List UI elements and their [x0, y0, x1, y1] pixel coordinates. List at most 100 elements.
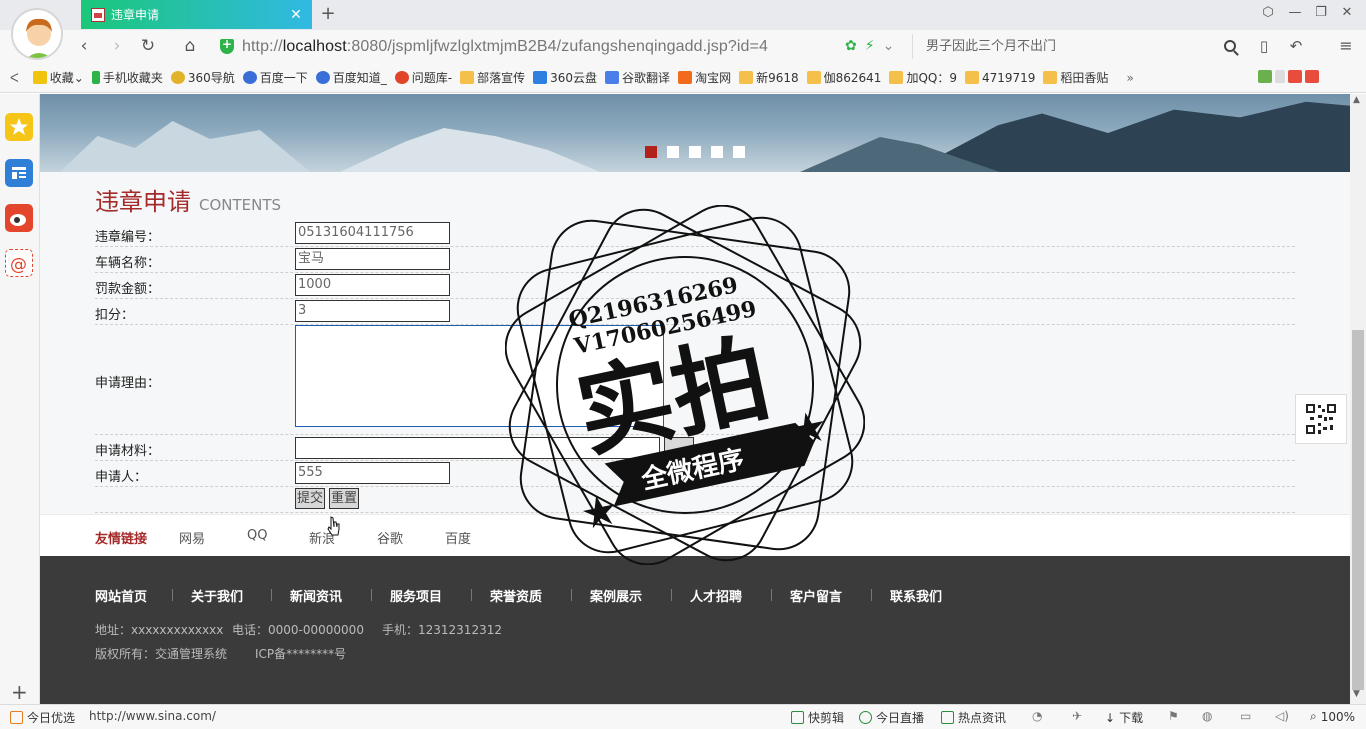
bookmark-google-translate[interactable]: 谷歌翻译 [605, 69, 670, 86]
speed-mode-icon[interactable]: ⚡ [865, 38, 875, 54]
footer-nav-jobs[interactable]: 人才招聘 [690, 586, 742, 605]
link-netease[interactable]: 网易 [179, 528, 205, 547]
tv-icon[interactable] [1288, 70, 1302, 83]
flag-icon[interactable]: ⚑ [1168, 709, 1179, 723]
undo-icon[interactable]: ↶ [1285, 35, 1307, 57]
reason-textarea[interactable] [295, 325, 664, 427]
window-icon[interactable]: ▭ [1240, 709, 1251, 723]
menu-icon[interactable]: ≡ [1335, 35, 1357, 57]
slide-dot[interactable] [645, 146, 657, 158]
footer-icp: ICP备********号 [255, 647, 347, 661]
downloads[interactable]: ↓ 下载 [1105, 709, 1143, 726]
reset-button[interactable]: 重置 [329, 488, 360, 509]
url-text: http://localhost:8080/jspmljfwzlglxtmjmB… [242, 37, 768, 55]
search-icon[interactable] [1224, 40, 1236, 52]
new-tab-button[interactable]: + [318, 3, 338, 24]
volume-icon[interactable]: ◁) [1275, 709, 1289, 723]
link-google[interactable]: 谷歌 [377, 528, 403, 547]
speed-icon[interactable]: ◔ [1032, 709, 1042, 723]
bookmark-favorites[interactable]: 收藏 ⌄ [32, 69, 84, 86]
bookmark-360-cloud[interactable]: 360云盘 [533, 69, 597, 86]
weibo-icon[interactable] [5, 204, 33, 232]
slide-dot[interactable] [689, 146, 701, 158]
bookmarks-bar: ᐸ 收藏 ⌄ 手机收藏夹 360导航 百度一下 百度知道_ 问题库- 部落宣传 3… [0, 63, 1366, 93]
applicant-field[interactable]: 555 [295, 462, 450, 484]
news-feed-icon[interactable] [5, 159, 33, 187]
status-url: http://www.sina.com/ [89, 709, 216, 723]
footer-nav-honors[interactable]: 荣誉资质 [490, 586, 542, 605]
address-bar[interactable]: http://localhost:8080/jspmljfwzlglxtmjmB… [220, 34, 910, 59]
close-window-button[interactable]: ✕ [1334, 5, 1360, 20]
slide-indicators [645, 146, 745, 158]
pin-icon[interactable]: ✈ [1072, 709, 1082, 723]
add-sidebar-button[interactable]: + [11, 680, 28, 704]
footer-nav-messages[interactable]: 客户留言 [790, 586, 842, 605]
slide-dot[interactable] [667, 146, 679, 158]
vehicle-name-field[interactable]: 宝马 [295, 248, 450, 270]
bookmark-question-bank[interactable]: 问题库- [394, 69, 452, 86]
bookmark-jia862641[interactable]: 伽862641 [806, 69, 881, 86]
extension-icons[interactable] [1258, 70, 1322, 83]
daily-picks[interactable]: 今日优选 [10, 709, 75, 726]
bookmark-add-qq[interactable]: 加QQ：9 [889, 69, 957, 86]
search-input[interactable]: 男子因此三个月不出门 [912, 34, 1242, 59]
bookmark-tribe[interactable]: 部落宣传 [460, 69, 525, 86]
bookmark-baidu-zhidao[interactable]: 百度知道_ [315, 69, 387, 86]
maximize-button[interactable]: ❐ [1308, 5, 1334, 20]
page-scrollbar[interactable]: ▲ ▼ [1350, 94, 1366, 704]
footer-nav-services[interactable]: 服务项目 [390, 586, 442, 605]
compat-mode-icon[interactable]: ✿ [845, 38, 857, 54]
bookmark-mobile[interactable]: 手机收藏夹 [91, 69, 163, 86]
mail-icon[interactable]: @ [5, 249, 33, 277]
back-button[interactable]: ‹ [73, 35, 95, 57]
globe-icon[interactable]: ◍ [1202, 709, 1212, 723]
fine-amount-field[interactable]: 1000 [295, 274, 450, 296]
material-file-input[interactable] [295, 437, 660, 459]
zoom-level[interactable]: ⌕ 100% [1310, 709, 1355, 724]
scrollbar-thumb[interactable] [1352, 330, 1364, 690]
bookmark-new9618[interactable]: 新9618 [739, 69, 799, 86]
mobile-icon[interactable]: ▯ [1253, 35, 1275, 57]
minimize-button[interactable]: — [1282, 5, 1308, 20]
bookmarks-toggle-icon[interactable]: ᐸ [10, 71, 19, 85]
grid-icon[interactable] [1305, 70, 1319, 83]
slide-dot[interactable] [733, 146, 745, 158]
quick-edit[interactable]: 快剪辑 [791, 709, 844, 726]
favorites-star-icon[interactable] [5, 113, 33, 141]
user-avatar[interactable] [11, 8, 63, 60]
violation-id-field[interactable]: 05131604111756 [295, 222, 450, 244]
footer-nav-news[interactable]: 新闻资讯 [290, 586, 342, 605]
footer-nav-cases[interactable]: 案例展示 [590, 586, 642, 605]
hot-news[interactable]: 热点资讯 [941, 709, 1006, 726]
footer-nav-home[interactable]: 网站首页 [95, 586, 147, 605]
bookmark-360-nav[interactable]: 360导航 [170, 69, 235, 86]
home-button[interactable]: ⌂ [179, 35, 201, 57]
qr-code[interactable] [1295, 394, 1347, 444]
dropdown-icon[interactable]: ⌄ [883, 38, 895, 54]
submit-button[interactable]: 提交 [295, 488, 326, 509]
security-shield-icon [220, 37, 234, 54]
skin-icon[interactable]: ⬡ [1255, 5, 1281, 20]
bookmark-baidu[interactable]: 百度一下 [242, 69, 308, 86]
footer-nav-contact[interactable]: 联系我们 [890, 586, 942, 605]
refresh-button[interactable]: ↻ [137, 35, 159, 57]
link-baidu[interactable]: 百度 [445, 528, 471, 547]
scroll-down-icon[interactable]: ▼ [1353, 689, 1360, 699]
footer-nav-about[interactable]: 关于我们 [191, 586, 243, 605]
tab-close-icon[interactable]: ✕ [286, 7, 306, 23]
zoom-icon[interactable] [1275, 70, 1285, 83]
scroll-up-icon[interactable]: ▲ [1353, 95, 1360, 105]
active-tab[interactable]: 违章申请 ✕ [81, 0, 312, 29]
link-qq[interactable]: QQ [247, 528, 267, 543]
upload-button[interactable] [664, 437, 694, 458]
slide-dot[interactable] [711, 146, 723, 158]
more-bookmarks-icon[interactable]: » [1126, 71, 1133, 85]
forward-button[interactable]: › [106, 35, 128, 57]
bookmark-taobao[interactable]: 淘宝网 [678, 69, 731, 86]
bookmark-daotian[interactable]: 稻田香贴 [1043, 69, 1108, 86]
title-sub: CONTENTS [199, 196, 282, 214]
points-field[interactable]: 3 [295, 300, 450, 322]
live-today[interactable]: 今日直播 [859, 709, 924, 726]
apps-icon[interactable] [1258, 70, 1272, 83]
bookmark-4719719[interactable]: 4719719 [964, 71, 1035, 85]
